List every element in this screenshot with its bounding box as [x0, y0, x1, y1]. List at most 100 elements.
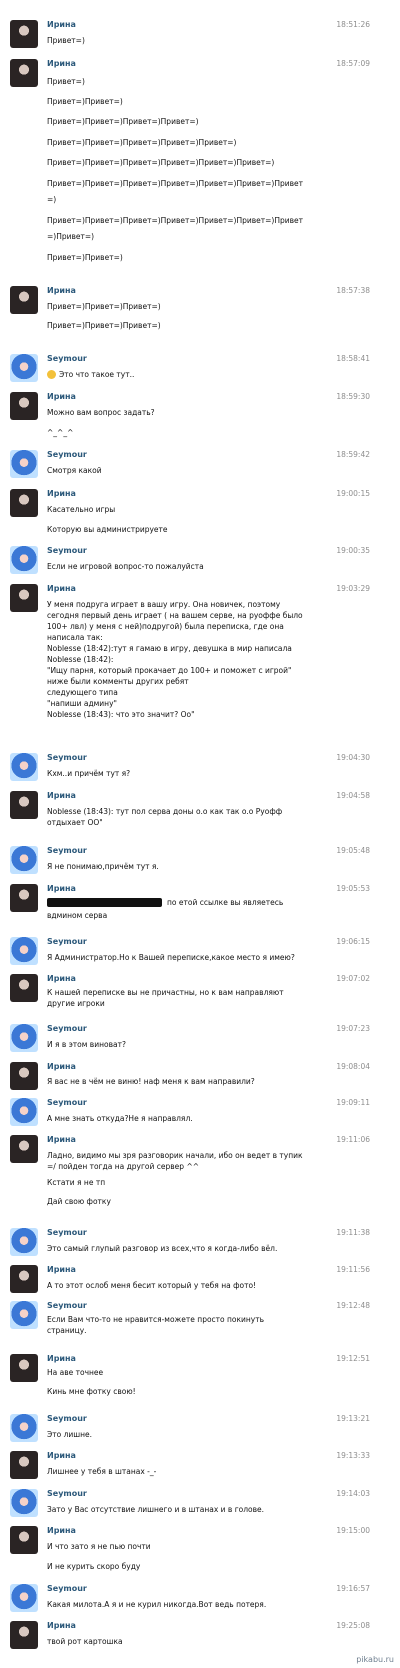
- author-name[interactable]: Ирина: [47, 489, 76, 498]
- message-line: Привет=)Привет=)Привет=)Привет=): [47, 117, 199, 126]
- avatar[interactable]: [10, 546, 38, 574]
- message-line: 100+ лвл) у меня с ней)подругой) была пе…: [47, 622, 284, 631]
- message-line-text: Привет=)Привет=)Привет=): [47, 302, 161, 311]
- avatar[interactable]: [10, 286, 38, 314]
- author-name[interactable]: Seymour: [47, 450, 87, 459]
- avatar[interactable]: [10, 791, 38, 819]
- avatar[interactable]: [10, 1414, 38, 1442]
- message-line: Привет=)Привет=)Привет=)Привет=)Привет=)…: [47, 179, 303, 188]
- avatar[interactable]: [10, 1062, 38, 1090]
- avatar[interactable]: [10, 1489, 38, 1517]
- message-line: Если не игровой вопрос-то пожалуйста: [47, 562, 204, 571]
- author-name[interactable]: Ирина: [47, 584, 76, 593]
- author-name[interactable]: Seymour: [47, 1301, 87, 1310]
- avatar[interactable]: [10, 489, 38, 517]
- avatar[interactable]: [10, 1265, 38, 1293]
- message-line-text: Noblesse (18:42):тут я гамаю в игру, дев…: [47, 644, 292, 653]
- message-line: Я не понимаю,причём тут я.: [47, 862, 159, 871]
- author-name[interactable]: Ирина: [47, 1062, 76, 1071]
- author-name[interactable]: Ирина: [47, 1265, 76, 1274]
- author-name[interactable]: Ирина: [47, 1135, 76, 1144]
- avatar[interactable]: [10, 1301, 38, 1329]
- message-line: Привет=)Привет=)Привет=)Привет=)Привет=)…: [47, 158, 274, 167]
- message-line: вдмином серва: [47, 911, 107, 920]
- author-name[interactable]: Ирина: [47, 1621, 76, 1630]
- author-name[interactable]: Ирина: [47, 20, 76, 29]
- author-name[interactable]: Ирина: [47, 392, 76, 401]
- author-name[interactable]: Ирина: [47, 1354, 76, 1363]
- message-line-text: Привет=): [47, 36, 85, 45]
- message-time: 19:11:56: [336, 1265, 370, 1274]
- message-time: 19:05:48: [336, 846, 370, 855]
- avatar[interactable]: [10, 392, 38, 420]
- author-name[interactable]: Seymour: [47, 1584, 87, 1593]
- avatar[interactable]: [10, 354, 38, 382]
- author-name[interactable]: Seymour: [47, 546, 87, 555]
- message-line: =): [47, 195, 56, 204]
- author-name[interactable]: Seymour: [47, 1024, 87, 1033]
- author-name[interactable]: Seymour: [47, 753, 87, 762]
- message-line-text: =): [47, 195, 57, 204]
- author-name[interactable]: Ирина: [47, 884, 76, 893]
- message-line-text: Это лишне.: [47, 1430, 93, 1439]
- avatar[interactable]: [10, 584, 38, 612]
- author-name[interactable]: Seymour: [47, 1098, 87, 1107]
- message-line-text: Кинь мне фотку свою!: [47, 1387, 136, 1396]
- author-name[interactable]: Ирина: [47, 791, 76, 800]
- author-name[interactable]: Seymour: [47, 1228, 87, 1237]
- message-line: отдыхает ОО": [47, 818, 103, 827]
- message-line: А мне знать откуда?Не я направлял.: [47, 1114, 193, 1123]
- message-time: 19:04:58: [336, 791, 370, 800]
- avatar[interactable]: [10, 753, 38, 781]
- message-line-text: твой рот картошка: [47, 1637, 123, 1646]
- avatar[interactable]: [10, 1354, 38, 1382]
- message-line: А то этот ослоб меня бесит который у теб…: [47, 1281, 256, 1290]
- avatar[interactable]: [10, 1526, 38, 1554]
- message-line: Я вас не в чём не виню! наф меня к вам н…: [47, 1077, 255, 1086]
- author-name[interactable]: Ирина: [47, 1451, 76, 1460]
- avatar[interactable]: [10, 884, 38, 912]
- message-time: 18:59:30: [336, 392, 370, 401]
- avatar[interactable]: [10, 59, 38, 87]
- message-line: Кинь мне фотку свою!: [47, 1387, 136, 1396]
- message-line-text: Привет=): [47, 77, 85, 86]
- avatar[interactable]: [10, 1228, 38, 1256]
- message-line: Это что такое тут..: [47, 370, 134, 379]
- message-line: Лишнее у тебя в штанах -_-: [47, 1467, 156, 1476]
- avatar[interactable]: [10, 1451, 38, 1479]
- avatar[interactable]: [10, 846, 38, 874]
- author-name[interactable]: Ирина: [47, 286, 76, 295]
- author-name[interactable]: Ирина: [47, 1526, 76, 1535]
- author-name[interactable]: Ирина: [47, 59, 76, 68]
- avatar[interactable]: [10, 1135, 38, 1163]
- message-line: Кстати я не тп: [47, 1178, 105, 1187]
- avatar[interactable]: [10, 1621, 38, 1649]
- author-name[interactable]: Ирина: [47, 974, 76, 983]
- author-name[interactable]: Seymour: [47, 1489, 87, 1498]
- avatar[interactable]: [10, 450, 38, 478]
- author-name[interactable]: Seymour: [47, 937, 87, 946]
- avatar[interactable]: [10, 1584, 38, 1612]
- message-line: Привет=)Привет=)Привет=): [47, 321, 161, 330]
- message-line-text: Noblesse (18:43): что это значит? Оо": [47, 710, 195, 719]
- author-name[interactable]: Seymour: [47, 1414, 87, 1423]
- message-line: Привет=): [47, 77, 85, 86]
- author-name[interactable]: Seymour: [47, 354, 87, 363]
- avatar[interactable]: [10, 937, 38, 965]
- message-line-text: Это самый глупый разговор из всех,что я …: [47, 1244, 278, 1253]
- message-line-text: А мне знать откуда?Не я направлял.: [47, 1114, 193, 1123]
- message-time: 19:08:04: [336, 1062, 370, 1071]
- avatar[interactable]: [10, 974, 38, 1002]
- avatar[interactable]: [10, 1024, 38, 1052]
- message-line-text: Смотря какой: [47, 466, 102, 475]
- message-line-text: Привет=)Привет=)Привет=)Привет=)Привет=)…: [47, 216, 304, 225]
- message-line: следующего типа: [47, 688, 118, 697]
- message-time: 19:05:53: [336, 884, 370, 893]
- message-time: 19:07:02: [336, 974, 370, 983]
- avatar[interactable]: [10, 1098, 38, 1126]
- author-name[interactable]: Seymour: [47, 846, 87, 855]
- message-line-text: вдмином серва: [47, 911, 108, 920]
- message-line-text: Можно вам вопрос задать?: [47, 408, 155, 417]
- message-line: Noblesse (18:42):: [47, 655, 113, 664]
- avatar[interactable]: [10, 20, 38, 48]
